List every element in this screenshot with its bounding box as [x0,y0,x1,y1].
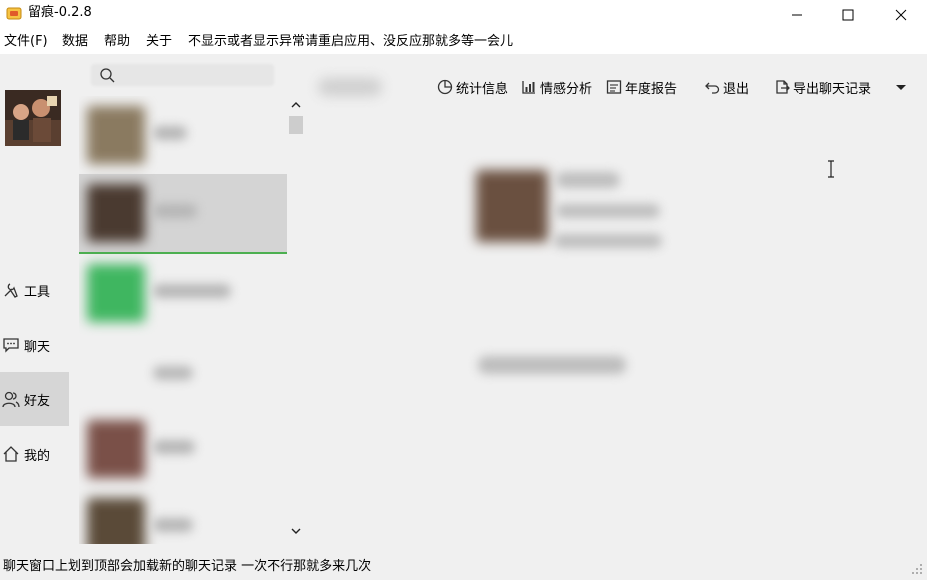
nav-friends[interactable]: 好友 [0,372,69,426]
scroll-thumb[interactable] [289,116,303,134]
nav-mine-label: 我的 [24,448,51,464]
close-icon [895,9,907,21]
pie-chart-icon [436,78,454,96]
contact-avatar [87,264,145,322]
minimize-icon [792,14,802,16]
list-item[interactable] [79,254,287,334]
group-header-redacted [153,366,193,380]
annual-report-button[interactable]: 年度报告 [605,76,677,98]
search-icon [100,68,115,83]
export-button[interactable]: 导出聊天记录 [773,76,871,98]
contact-name-redacted [153,518,193,532]
contact-name-redacted [153,284,231,298]
scroll-up-button[interactable] [289,98,303,112]
search-input[interactable] [91,64,274,86]
app-window: 留痕-0.2.8 文件(F) 数据 帮助 关于 不显示或者显示异常请重启应用、没… [0,0,927,580]
contact-name-redacted [153,204,197,218]
text-cursor-icon [828,160,834,178]
more-dropdown-button[interactable] [894,76,908,98]
list-item[interactable] [79,488,287,544]
nav-chat-label: 聊天 [24,339,51,355]
maximize-icon [842,9,854,21]
status-text: 聊天窗口上划到顶部会加载新的聊天记录 一次不行那就多来几次 [3,559,372,574]
menu-about[interactable]: 关于 [146,34,172,50]
exit-button[interactable]: 退出 [703,76,749,98]
menu-notice[interactable]: 不显示或者显示异常请重启应用、没反应那就多等一会儿 [188,34,513,50]
bar-chart-icon [520,78,538,96]
app-logo-icon [6,7,22,20]
caret-down-icon [896,85,906,90]
sentiment-label: 情感分析 [540,81,593,97]
nav-mine[interactable]: 我的 [0,427,69,481]
chevron-down-icon [291,528,301,534]
tools-icon [0,279,22,301]
annual-report-label: 年度报告 [625,81,678,97]
chevron-up-icon [291,102,301,108]
nav-friends-label: 好友 [24,393,51,409]
nav-chat[interactable]: 聊天 [0,318,69,372]
resize-grip-icon[interactable] [910,562,924,576]
profile-region-redacted [554,234,662,248]
menu-bar: 文件(F) 数据 帮助 关于 不显示或者显示异常请重启应用、没反应那就多等一会儿 [0,30,927,54]
contact-name-redacted [153,440,195,454]
exit-label: 退出 [723,81,750,97]
list-item[interactable] [79,410,287,490]
scroll-down-button[interactable] [289,524,303,538]
export-label: 导出聊天记录 [793,81,872,97]
friends-icon [0,388,22,410]
profile-nickname-redacted [556,172,620,188]
close-button[interactable] [875,0,927,30]
list-item[interactable] [79,96,287,176]
chat-icon [0,334,22,356]
title-bar: 留痕-0.2.8 [0,0,927,30]
stats-button[interactable]: 统计信息 [436,76,508,98]
contact-pane [79,54,289,544]
nav-tools[interactable]: 工具 [0,263,69,317]
contact-avatar [87,106,145,164]
user-avatar[interactable] [5,90,61,146]
stats-label: 统计信息 [456,81,509,97]
nav-tools-label: 工具 [24,284,51,300]
report-icon [605,78,623,96]
undo-icon [703,78,721,96]
menu-data[interactable]: 数据 [62,34,88,50]
contact-avatar [87,420,145,478]
contact-avatar [87,184,145,242]
profile-remark-redacted [478,356,626,374]
contact-title-redacted [318,78,382,96]
contact-list-scrollbar[interactable] [287,96,305,542]
list-item-selected[interactable] [79,174,287,254]
window-title: 留痕-0.2.8 [28,5,92,20]
contact-avatar [87,498,145,544]
status-bar: 聊天窗口上划到顶部会加载新的聊天记录 一次不行那就多来几次 [0,554,927,580]
profile-avatar [476,170,548,242]
minimize-button[interactable] [771,0,823,30]
profile-id-redacted [556,204,660,218]
menu-file[interactable]: 文件(F) [4,34,48,50]
home-icon [0,443,22,465]
sentiment-button[interactable]: 情感分析 [520,76,592,98]
menu-help[interactable]: 帮助 [104,34,130,50]
export-icon [773,78,791,96]
maximize-button[interactable] [822,0,874,30]
left-nav: 工具 聊天 好友 我的 [0,54,79,554]
contact-name-redacted [153,126,187,140]
contact-list [79,96,287,544]
avatar-photo [5,90,61,146]
